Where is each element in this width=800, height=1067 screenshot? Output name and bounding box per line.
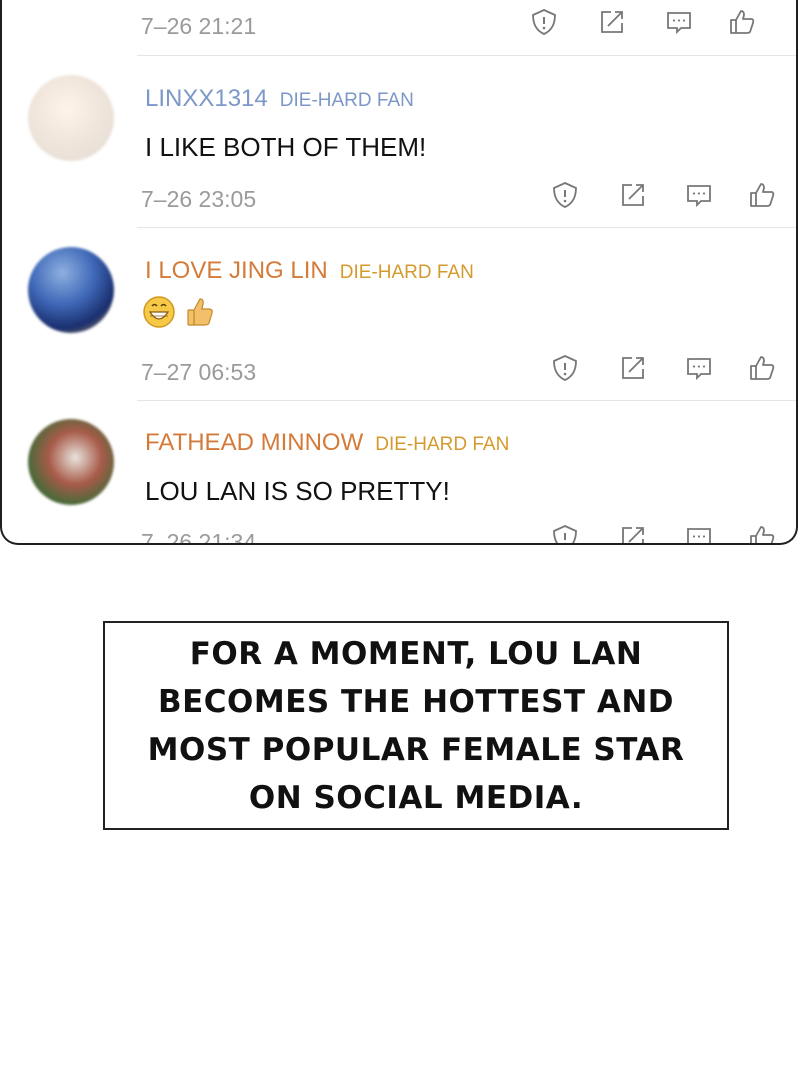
username[interactable]: FATHEAD MINNOW xyxy=(145,429,363,456)
forward-icon[interactable] xyxy=(618,523,648,543)
username[interactable]: LINXX1314 xyxy=(145,85,268,112)
username[interactable]: I LOVE JING LIN xyxy=(145,257,328,284)
comment-item: I LOVE JING LIN DIE-HARD FAN xyxy=(2,244,796,364)
divider xyxy=(137,55,796,56)
fan-badge: DIE-HARD FAN xyxy=(375,434,510,455)
comment-meta-row: 7–26 23:05 xyxy=(2,176,796,216)
like-icon[interactable] xyxy=(727,7,757,37)
fan-badge: DIE-HARD FAN xyxy=(339,262,474,283)
comment-item: FATHEAD MINNOW DIE-HARD FAN LOU LAN IS SO… xyxy=(2,416,796,536)
comment-time: 7–26 23:05 xyxy=(141,186,257,212)
comment-meta-row: 7–26 21:21 xyxy=(2,3,796,43)
narration-caption-box: FOR A MOMENT, LOU LAN BECOMES THE HOTTES… xyxy=(103,621,729,830)
comment-time: 7–26 21:21 xyxy=(141,13,257,39)
fan-badge: DIE-HARD FAN xyxy=(279,90,414,111)
divider xyxy=(137,227,796,228)
comment-text: LOU LAN IS SO PRETTY! xyxy=(145,476,450,506)
like-icon[interactable] xyxy=(747,180,777,210)
like-icon[interactable] xyxy=(747,353,777,383)
reply-icon[interactable] xyxy=(684,180,714,210)
comment-emojis xyxy=(142,294,222,335)
comment-time: 7–27 06:53 xyxy=(141,359,257,385)
reply-icon[interactable] xyxy=(664,7,694,37)
comment-username-row: I LOVE JING LIN DIE-HARD FAN xyxy=(145,257,474,285)
report-icon[interactable] xyxy=(550,353,580,383)
thumbs-up-emoji xyxy=(187,298,213,326)
comment-text: I LIKE BOTH OF THEM! xyxy=(145,132,427,162)
forward-icon[interactable] xyxy=(618,353,648,383)
grin-emoji xyxy=(143,296,175,328)
comment-username-row: LINXX1314 DIE-HARD FAN xyxy=(145,85,414,113)
report-icon[interactable] xyxy=(550,523,580,543)
reply-icon[interactable] xyxy=(684,523,714,543)
narration-caption: FOR A MOMENT, LOU LAN BECOMES THE HOTTES… xyxy=(147,635,685,816)
comment-username-row: FATHEAD MINNOW DIE-HARD FAN xyxy=(145,429,509,457)
report-icon[interactable] xyxy=(550,180,580,210)
forward-icon[interactable] xyxy=(618,180,648,210)
comment-meta-row: 7–27 06:53 xyxy=(2,349,796,389)
divider xyxy=(137,400,796,401)
comment-panel: 7–26 21:21 LINXX1314 DIE-HARD FAN I LIKE … xyxy=(0,0,798,545)
comment-time: 7–26 21:34 xyxy=(141,529,257,545)
like-icon[interactable] xyxy=(747,523,777,543)
avatar[interactable] xyxy=(28,247,114,333)
report-icon[interactable] xyxy=(529,7,559,37)
avatar[interactable] xyxy=(28,419,114,505)
reply-icon[interactable] xyxy=(684,353,714,383)
forward-icon[interactable] xyxy=(597,7,627,37)
comment-item: LINXX1314 DIE-HARD FAN I LIKE BOTH OF THE… xyxy=(2,72,796,192)
avatar[interactable] xyxy=(28,75,114,161)
comment-meta-row: 7–26 21:34 xyxy=(2,519,796,545)
